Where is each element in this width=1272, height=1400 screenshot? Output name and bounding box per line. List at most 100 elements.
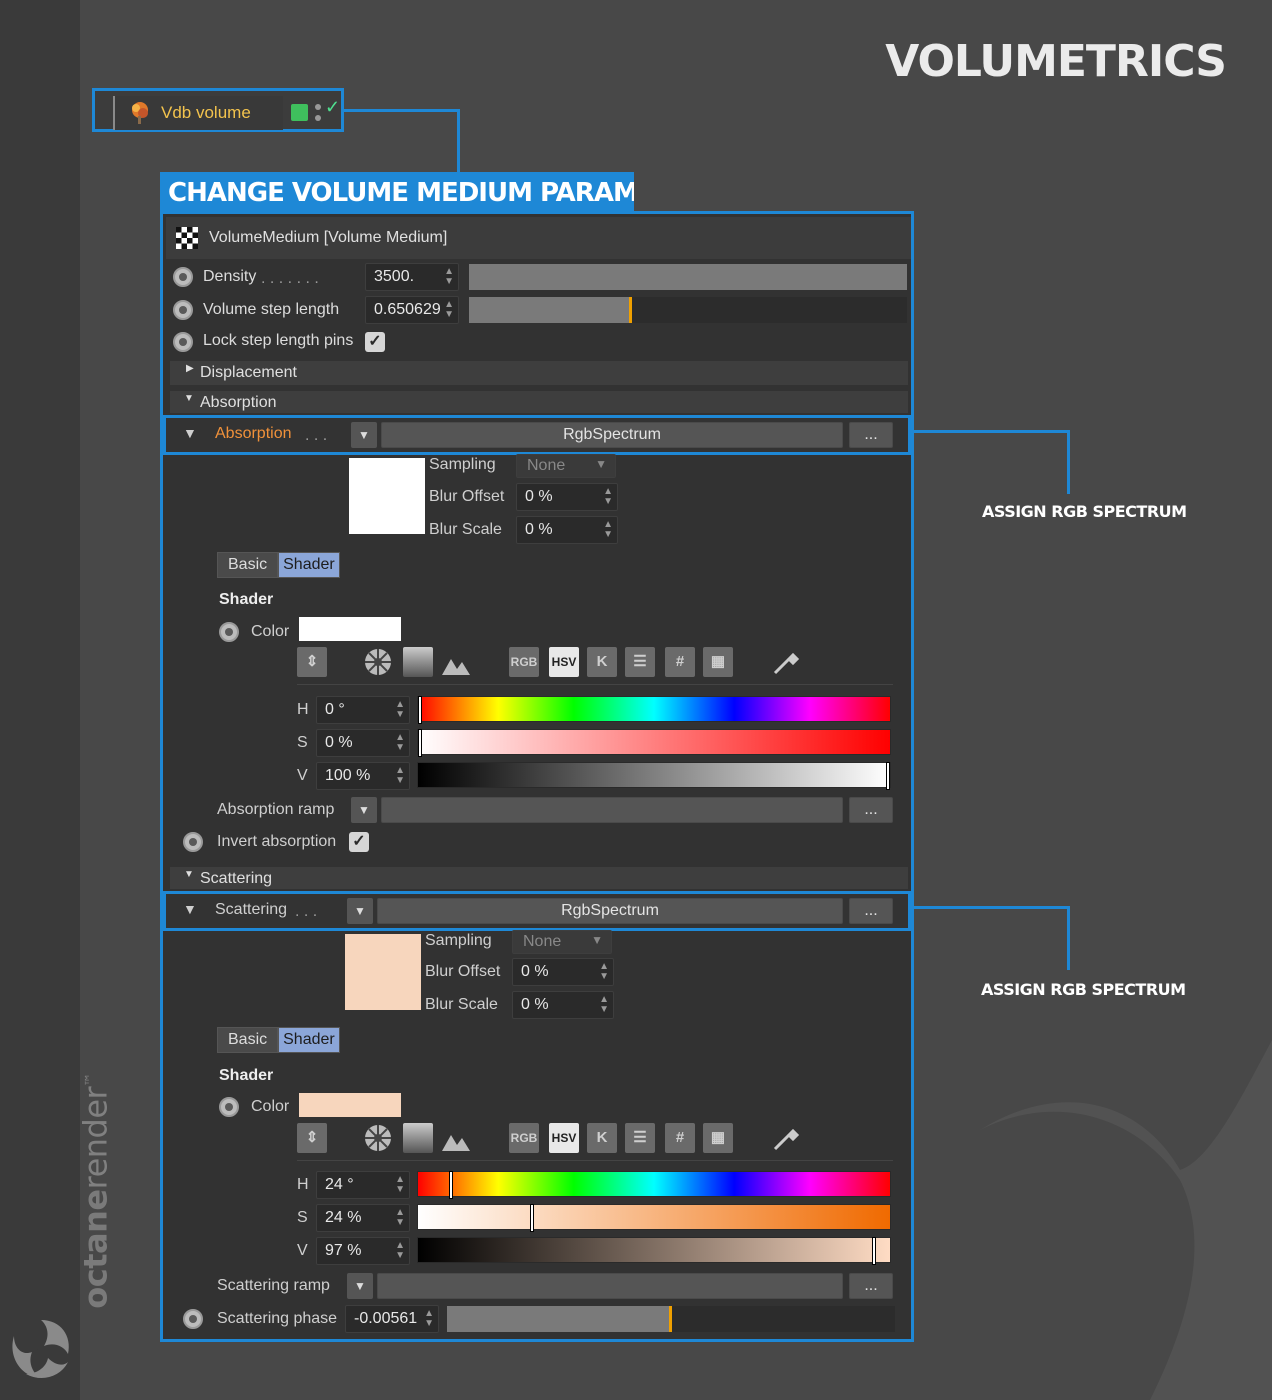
rgb-mode-button[interactable]: RGB [509,1123,539,1153]
scattering-sampling-select[interactable]: None ▼ [512,930,612,954]
scattering-ramp-dropdown[interactable]: ▼ [347,1273,373,1299]
scattering-s-input[interactable]: 24 % ▲ ▼ [316,1204,410,1232]
kelvin-mode-button[interactable]: K [587,647,617,677]
absorption-ramp-button[interactable] [381,797,843,823]
collapse-icon[interactable]: ⇕ [297,647,327,677]
scattering-more-button[interactable]: ... [849,898,893,924]
absorption-blur-scale-input[interactable]: 0 % ▲ ▼ [516,516,618,544]
scattering-blur-scale-input[interactable]: 0 % ▲ ▼ [512,991,614,1019]
sliders-icon[interactable]: ☰ [625,1123,655,1153]
absorption-section[interactable]: ▼ Absorption [170,391,908,413]
absorption-s-slider[interactable] [417,729,891,757]
invert-absorption-checkbox[interactable]: ✓ [349,832,369,852]
absorption-more-button[interactable]: ... [849,422,893,448]
collapse-chevron-icon[interactable]: ▼ [183,901,197,917]
checkmark-icon: ✓ [325,97,341,117]
absorption-blur-scale-label: Blur Scale [429,521,502,538]
scattering-dropdown-button[interactable]: ▼ [347,898,373,924]
pins-icon [315,104,321,121]
expand-arrow-icon: ▶ [186,363,194,374]
image-icon[interactable] [441,647,471,677]
scattering-phase-slider[interactable] [447,1306,895,1332]
scattering-h-label: H [297,1176,309,1193]
tab-basic[interactable]: Basic [217,552,279,578]
absorption-v-input[interactable]: 100 % ▲ ▼ [316,762,410,790]
swatches-icon[interactable]: ▦ [703,647,733,677]
density-input[interactable]: 3500. ▲ ▼ [365,263,459,291]
hsv-mode-button[interactable]: HSV [549,1123,579,1153]
lock-pins-pin[interactable] [173,332,193,352]
tab-shader[interactable]: Shader [278,552,340,578]
kelvin-mode-button[interactable]: K [587,1123,617,1153]
absorption-blur-offset-input[interactable]: 0 % ▲ ▼ [516,483,618,511]
absorption-dropdown-button[interactable]: ▼ [351,422,377,448]
scattering-link-label: Scattering [215,901,288,918]
scattering-blur-offset-input[interactable]: 0 % ▲ ▼ [512,958,614,986]
absorption-h-input[interactable]: 0 ° ▲ ▼ [316,696,410,724]
step-length-input[interactable]: 0.650629 ▲ ▼ [365,296,459,324]
scattering-v-input[interactable]: 97 % ▲ ▼ [316,1237,410,1265]
color-wheel-icon[interactable] [363,1123,393,1153]
density-slider[interactable] [469,264,907,290]
enable-toggle[interactable] [291,104,308,121]
vdb-volume-icon [132,102,148,124]
slider-knob[interactable] [886,762,890,790]
absorption-h-slider[interactable] [417,696,891,724]
scattering-shader-button[interactable]: RgbSpectrum [377,898,843,924]
invert-absorption-pin[interactable] [183,832,203,852]
gradient-icon[interactable] [403,1123,433,1153]
scattering-blur-offset-label: Blur Offset [425,963,501,980]
scattering-s-slider[interactable] [417,1204,891,1232]
rgb-mode-button[interactable]: RGB [509,647,539,677]
invert-absorption-label: Invert absorption [217,833,337,850]
scattering-h-input[interactable]: 24 ° ▲ ▼ [316,1171,410,1199]
swatches-icon[interactable]: ▦ [703,1123,733,1153]
hsv-mode-button[interactable]: HSV [549,647,579,677]
collapse-chevron-icon[interactable]: ▼ [183,425,197,441]
gradient-icon[interactable] [403,647,433,677]
tab-basic[interactable]: Basic [217,1027,279,1053]
scattering-ramp-more-button[interactable]: ... [849,1273,893,1299]
scattering-shader-heading: Shader [219,1067,274,1084]
collapse-icon[interactable]: ⇕ [297,1123,327,1153]
scattering-phase-pin[interactable] [183,1309,203,1329]
eyedropper-icon[interactable] [771,647,801,677]
displacement-section[interactable]: ▶ Displacement [170,361,908,385]
slider-knob[interactable] [871,1237,876,1265]
hex-mode-button[interactable]: # [665,1123,695,1153]
scattering-h-slider[interactable] [417,1171,891,1199]
slider-knob[interactable] [418,729,422,757]
step-length-pin[interactable] [173,300,193,320]
slider-knob[interactable] [530,1204,535,1232]
absorption-sampling-label: Sampling [429,456,496,473]
scattering-color-pin[interactable] [219,1097,239,1117]
sliders-icon[interactable]: ☰ [625,647,655,677]
step-length-slider[interactable] [469,297,907,323]
vdb-volume-node[interactable]: Vdb volume ✓ [92,88,344,132]
scattering-ramp-button[interactable] [377,1273,843,1299]
density-label: Density [203,268,257,285]
absorption-color-pin[interactable] [219,622,239,642]
absorption-v-slider[interactable] [417,762,891,790]
color-wheel-icon[interactable] [363,647,393,677]
tab-shader[interactable]: Shader [278,1027,340,1053]
density-pin[interactable] [173,267,193,287]
scattering-phase-input[interactable]: -0.00561 ▲ ▼ [345,1305,439,1333]
absorption-ramp-more-button[interactable]: ... [849,797,893,823]
absorption-s-input[interactable]: 0 % ▲ ▼ [316,729,410,757]
scattering-color-swatch[interactable] [299,1093,401,1117]
scattering-v-label: V [297,1242,308,1259]
slider-knob[interactable] [418,696,422,724]
eyedropper-icon[interactable] [771,1123,801,1153]
scattering-v-slider[interactable] [417,1237,891,1265]
absorption-color-swatch[interactable] [299,617,401,641]
absorption-ramp-dropdown[interactable]: ▼ [351,797,377,823]
slider-knob[interactable] [449,1171,454,1199]
lock-pins-checkbox[interactable]: ✓ [365,332,385,352]
hex-mode-button[interactable]: # [665,647,695,677]
image-icon[interactable] [441,1123,471,1153]
absorption-h-label: H [297,701,309,718]
absorption-sampling-select[interactable]: None ▼ [516,454,616,478]
scattering-section[interactable]: ▼ Scattering [170,867,908,889]
absorption-shader-button[interactable]: RgbSpectrum [381,422,843,448]
